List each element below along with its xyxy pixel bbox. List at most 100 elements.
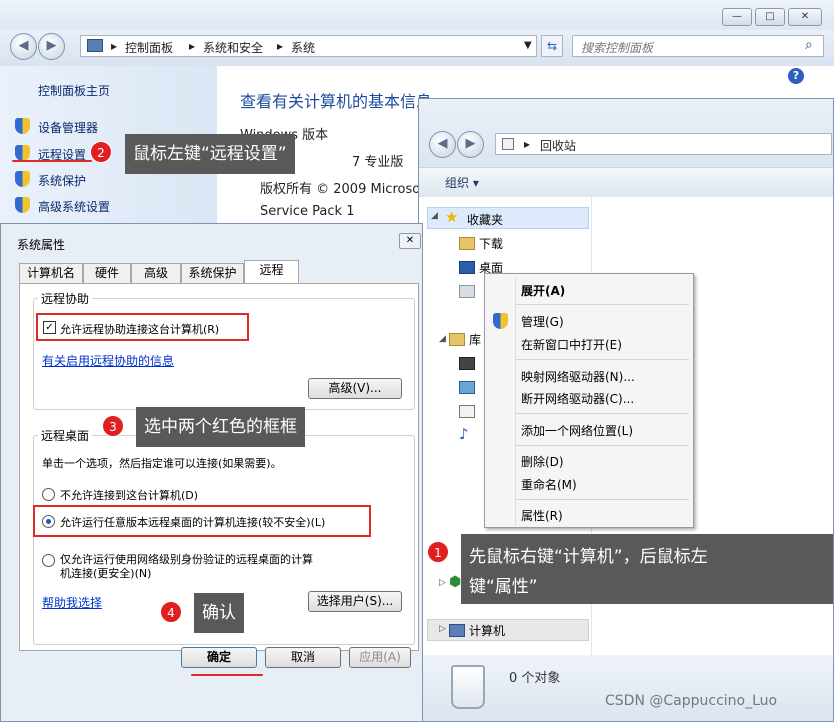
- address-bar[interactable]: ▸ 控制面板 ▸ 系统和安全 ▸ 系统 ▼: [80, 35, 537, 57]
- watermark: CSDN @Cappuccino_Luo: [605, 693, 778, 709]
- item-count: 0 个对象: [509, 671, 561, 686]
- music-library-icon: ♪: [459, 425, 469, 443]
- tab-computer-name[interactable]: 计算机名: [19, 263, 83, 283]
- option-allow-any-label[interactable]: 允许运行任意版本远程桌面的计算机连接(较不安全)(L): [60, 514, 325, 530]
- search-icon[interactable]: ⌕: [805, 37, 813, 53]
- dropdown-icon[interactable]: ▼: [524, 40, 532, 51]
- menu-item-rename[interactable]: 重命名(M): [521, 476, 577, 493]
- library-icon: [449, 333, 465, 346]
- copyright-text: 版权所有 © 2009 Microsoft: [260, 182, 430, 197]
- dialog-title: 系统属性: [17, 238, 66, 252]
- help-icon[interactable]: ?: [788, 68, 804, 84]
- search-placeholder: 搜索控制面板: [581, 41, 654, 55]
- tab-hardware[interactable]: 硬件: [83, 263, 131, 283]
- remote-assistance-info-link[interactable]: 有关启用远程协助的信息: [42, 352, 174, 369]
- homegroup-icon: ⬢: [449, 574, 462, 590]
- menu-item-open-new-window[interactable]: 在新窗口中打开(E): [521, 336, 622, 353]
- context-menu: 展开(A) 管理(G) 在新窗口中打开(E) 映射网络驱动器(N)... 断开网…: [484, 273, 694, 528]
- tab-remote[interactable]: 远程: [244, 260, 299, 283]
- forward-button[interactable]: ▶: [38, 33, 65, 60]
- expand-arrow-icon[interactable]: ◢: [431, 211, 438, 221]
- shield-icon: [15, 171, 30, 187]
- address-bar[interactable]: ▸ 回收站: [495, 133, 832, 155]
- computer-icon: [87, 39, 103, 52]
- tab-advanced[interactable]: 高级: [131, 263, 181, 283]
- edition-text: 7 专业版: [352, 155, 404, 170]
- expand-arrow-icon[interactable]: ▷: [439, 624, 446, 634]
- allow-remote-assistance-checkbox[interactable]: ✓: [43, 321, 56, 334]
- menu-item-expand[interactable]: 展开(A): [521, 282, 565, 299]
- option-deny-radio[interactable]: [42, 488, 55, 501]
- titlebar: [0, 0, 834, 30]
- breadcrumb-arrow-icon: ▸: [524, 137, 531, 151]
- breadcrumb-system-security[interactable]: 系统和安全: [203, 39, 263, 56]
- organize-button[interactable]: 组织 ▾: [445, 174, 479, 191]
- nav-item-libraries[interactable]: 库: [469, 331, 481, 348]
- apply-button[interactable]: 应用(A): [349, 647, 411, 668]
- refresh-icon[interactable]: ⇆: [541, 35, 563, 57]
- maximize-button[interactable]: □: [755, 8, 785, 26]
- menu-item-disconnect-drive[interactable]: 断开网络驱动器(C)...: [521, 390, 634, 407]
- advanced-button[interactable]: 高级(V)...: [308, 378, 402, 399]
- menu-separator: [515, 359, 689, 360]
- remote-desktop-instruction: 单击一个选项，然后指定谁可以连接(如果需要)。: [42, 457, 282, 470]
- allow-remote-assistance-label[interactable]: 允许远程协助连接这台计算机(R): [60, 321, 219, 337]
- step-1-callout-line2: 键“属性”: [469, 577, 538, 597]
- ok-button[interactable]: 确定: [181, 647, 257, 668]
- recent-places-icon: [459, 285, 475, 298]
- step-1-badge: 1: [427, 541, 449, 563]
- breadcrumb-system[interactable]: 系统: [291, 39, 315, 56]
- search-input[interactable]: 搜索控制面板 ⌕: [572, 35, 824, 57]
- step-3-badge: 3: [102, 415, 124, 437]
- folder-icon: [459, 237, 475, 250]
- menu-item-manage[interactable]: 管理(G): [521, 313, 564, 330]
- recycle-bin-icon: [451, 665, 485, 709]
- menu-item-map-drive[interactable]: 映射网络驱动器(N)...: [521, 368, 635, 385]
- back-button[interactable]: ◀: [10, 33, 37, 60]
- step-1-callout: 先鼠标右键“计算机”，后鼠标左 键“属性”: [461, 534, 833, 604]
- nav-item-computer[interactable]: 计算机: [469, 622, 505, 639]
- tab-system-protection[interactable]: 系统保护: [181, 263, 244, 283]
- step-4-badge: 4: [160, 601, 182, 623]
- sidebar-item-advanced-settings[interactable]: 高级系统设置: [38, 198, 110, 215]
- dialog-close-button[interactable]: ✕: [399, 233, 421, 249]
- forward-button[interactable]: ▶: [457, 131, 484, 158]
- close-button[interactable]: ✕: [788, 8, 822, 26]
- desktop-icon: [459, 261, 475, 274]
- minimize-button[interactable]: —: [722, 8, 752, 26]
- breadcrumb-recycle-bin[interactable]: 回收站: [540, 137, 576, 154]
- select-users-button[interactable]: 选择用户(S)...: [308, 591, 402, 612]
- menu-separator: [515, 304, 689, 305]
- pictures-library-icon: [459, 381, 475, 394]
- menu-item-add-network-location[interactable]: 添加一个网络位置(L): [521, 422, 633, 439]
- remote-desktop-label: 远程桌面: [38, 427, 93, 444]
- option-deny-label[interactable]: 不允许连接到这台计算机(D): [60, 487, 198, 503]
- expand-arrow-icon[interactable]: ▷: [439, 578, 446, 588]
- help-me-choose-link[interactable]: 帮助我选择: [42, 594, 102, 611]
- shield-icon: [15, 145, 30, 161]
- shield-icon: [493, 313, 508, 329]
- expand-arrow-icon[interactable]: ◢: [439, 334, 446, 344]
- menu-separator: [515, 445, 689, 446]
- breadcrumb-arrow-icon: ▸: [189, 39, 196, 53]
- menu-item-delete[interactable]: 删除(D): [521, 453, 564, 470]
- nav-item-favorites[interactable]: 收藏夹: [467, 211, 503, 228]
- sidebar-item-device-manager[interactable]: 设备管理器: [38, 119, 98, 136]
- sidebar-item-system-protection[interactable]: 系统保护: [38, 172, 86, 189]
- step-4-callout: 确认: [194, 593, 244, 633]
- menu-separator: [515, 499, 689, 500]
- documents-library-icon: [459, 405, 475, 418]
- cancel-button[interactable]: 取消: [265, 647, 341, 668]
- step-1-callout-line1: 先鼠标右键“计算机”，后鼠标左: [469, 547, 708, 567]
- breadcrumb-control-panel[interactable]: 控制面板: [125, 39, 173, 56]
- back-button[interactable]: ◀: [429, 131, 456, 158]
- sidebar-home-link[interactable]: 控制面板主页: [38, 82, 110, 99]
- option-allow-any-radio[interactable]: [42, 515, 55, 528]
- option-nla-label-line2[interactable]: 机连接(更安全)(N): [60, 565, 151, 581]
- video-library-icon: [459, 357, 475, 370]
- nav-item-downloads[interactable]: 下载: [479, 235, 503, 252]
- status-bar: 0 个对象 CSDN @Cappuccino_Luo: [419, 655, 833, 721]
- option-nla-radio[interactable]: [42, 554, 55, 567]
- menu-item-properties[interactable]: 属性(R): [521, 507, 563, 524]
- shield-icon: [15, 118, 30, 134]
